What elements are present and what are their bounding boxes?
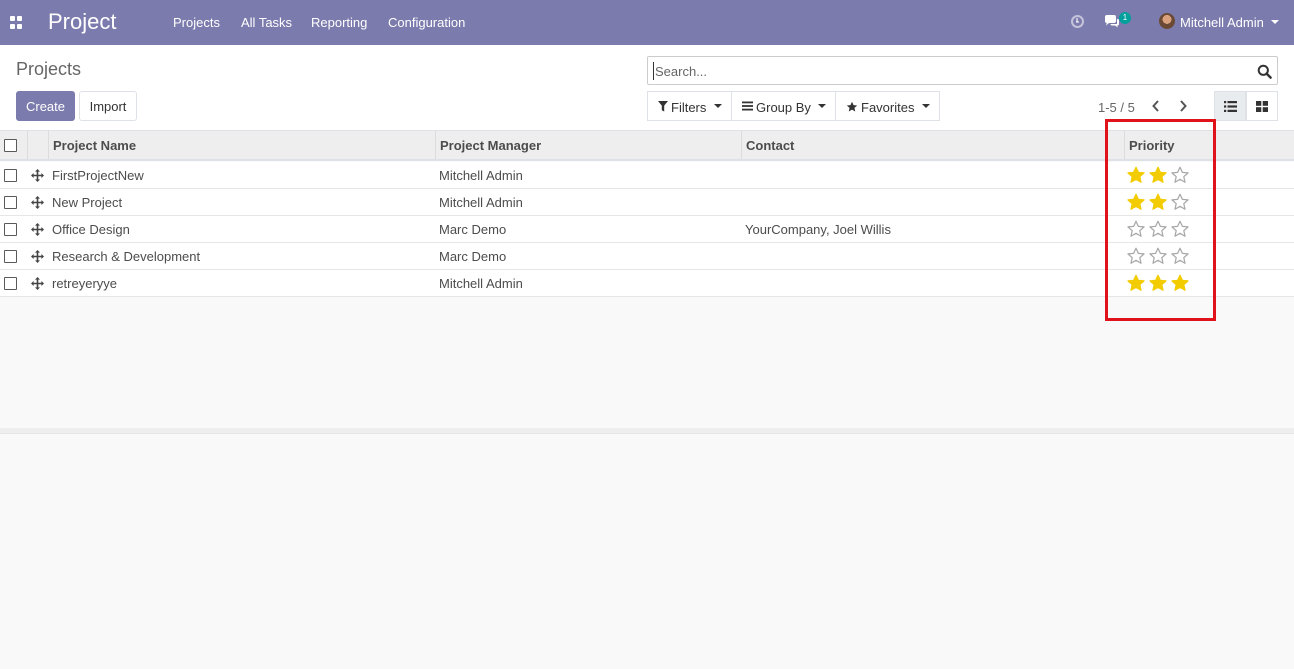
cell-contact: YourCompany, Joel Willis bbox=[745, 222, 891, 237]
priority-widget bbox=[1126, 220, 1190, 238]
clock-icon[interactable] bbox=[1071, 15, 1084, 28]
row-checkbox[interactable] bbox=[4, 169, 17, 182]
star-empty-icon[interactable] bbox=[1126, 220, 1146, 237]
drag-handle-icon[interactable] bbox=[31, 277, 44, 290]
search-box bbox=[647, 56, 1278, 85]
filter-icon bbox=[658, 101, 668, 112]
menu-all-tasks[interactable]: All Tasks bbox=[241, 15, 292, 30]
star-filled-icon[interactable] bbox=[1148, 166, 1168, 183]
star-filled-icon[interactable] bbox=[1148, 193, 1168, 210]
caret-down-icon bbox=[714, 104, 722, 108]
filters-label: Filters bbox=[671, 100, 707, 115]
row-checkbox[interactable] bbox=[4, 277, 17, 290]
cell-project-manager: Mitchell Admin bbox=[439, 276, 523, 291]
column-header-priority[interactable]: Priority bbox=[1124, 131, 1294, 159]
drag-handle-icon[interactable] bbox=[31, 250, 44, 263]
filters-button[interactable]: Filters bbox=[647, 91, 732, 121]
row-checkbox[interactable] bbox=[4, 196, 17, 209]
table-row[interactable]: New Project Mitchell Admin bbox=[0, 189, 1294, 216]
priority-widget bbox=[1126, 247, 1190, 265]
select-all-checkbox[interactable] bbox=[4, 139, 17, 152]
star-filled-icon[interactable] bbox=[1126, 166, 1146, 183]
list-view-icon bbox=[1224, 101, 1237, 112]
star-filled-icon[interactable] bbox=[1148, 274, 1168, 291]
star-filled-icon[interactable] bbox=[1126, 274, 1146, 291]
drag-handle-icon[interactable] bbox=[31, 169, 44, 182]
column-header-project-manager[interactable]: Project Manager bbox=[435, 131, 741, 159]
column-header-contact[interactable]: Contact bbox=[741, 131, 1124, 159]
caret-down-icon[interactable] bbox=[1271, 20, 1279, 24]
top-navbar: Project Projects All Tasks Reporting Con… bbox=[0, 0, 1294, 45]
menu-configuration[interactable]: Configuration bbox=[388, 15, 465, 30]
favorites-label: Favorites bbox=[861, 100, 915, 115]
chat-count-badge: 1 bbox=[1119, 12, 1131, 24]
chevron-left-icon[interactable] bbox=[1148, 97, 1164, 115]
priority-widget bbox=[1126, 274, 1190, 292]
import-button[interactable]: Import bbox=[79, 91, 137, 121]
cell-project-manager: Marc Demo bbox=[439, 222, 507, 237]
apps-grid-icon[interactable] bbox=[10, 16, 23, 29]
user-menu-name[interactable]: Mitchell Admin bbox=[1180, 15, 1264, 30]
row-checkbox[interactable] bbox=[4, 250, 17, 263]
cell-project-name: retreyeryye bbox=[52, 276, 118, 291]
group-by-label: Group By bbox=[756, 100, 811, 115]
menu-projects[interactable]: Projects bbox=[173, 15, 220, 30]
app-brand[interactable]: Project bbox=[48, 9, 116, 35]
star-empty-icon[interactable] bbox=[1170, 247, 1190, 264]
priority-widget bbox=[1126, 166, 1190, 184]
search-input[interactable] bbox=[653, 62, 1248, 80]
drag-handle-icon[interactable] bbox=[31, 223, 44, 236]
table-row[interactable]: Office Design Marc Demo YourCompany, Joel … bbox=[0, 216, 1294, 243]
handle-column-header bbox=[27, 131, 49, 159]
page-title: Projects bbox=[16, 59, 82, 79]
table-row[interactable]: Research & Development Marc Demo bbox=[0, 243, 1294, 270]
star-empty-icon[interactable] bbox=[1170, 193, 1190, 210]
star-icon bbox=[846, 101, 858, 112]
favorites-button[interactable]: Favorites bbox=[835, 91, 940, 121]
table-header: Project Name Project Manager Contact Pri… bbox=[0, 131, 1294, 161]
cell-project-name: New Project bbox=[52, 195, 123, 210]
list-view-button[interactable] bbox=[1214, 91, 1246, 121]
star-filled-icon[interactable] bbox=[1170, 274, 1190, 291]
star-empty-icon[interactable] bbox=[1148, 247, 1168, 264]
avatar[interactable] bbox=[1159, 13, 1175, 29]
cell-project-name: FirstProjectNew bbox=[52, 168, 144, 183]
cell-project-name: Research & Development bbox=[52, 249, 201, 264]
menu-reporting[interactable]: Reporting bbox=[311, 15, 367, 30]
star-filled-icon[interactable] bbox=[1126, 193, 1146, 210]
caret-down-icon bbox=[922, 104, 930, 108]
kanban-view-icon bbox=[1256, 101, 1268, 112]
row-checkbox[interactable] bbox=[4, 223, 17, 236]
control-panel: Projects Create Import Filters Group By … bbox=[0, 45, 1294, 131]
table-footer bbox=[0, 428, 1294, 434]
caret-down-icon bbox=[818, 104, 826, 108]
star-empty-icon[interactable] bbox=[1170, 166, 1190, 183]
priority-widget bbox=[1126, 193, 1190, 211]
cell-project-name: Office Design bbox=[52, 222, 130, 237]
table-row[interactable]: retreyeryye Mitchell Admin bbox=[0, 270, 1294, 297]
column-header-project-name[interactable]: Project Name bbox=[48, 131, 435, 159]
table-row[interactable]: FirstProjectNew Mitchell Admin bbox=[0, 162, 1294, 189]
cell-project-manager: Marc Demo bbox=[439, 249, 507, 264]
group-by-button[interactable]: Group By bbox=[731, 91, 836, 121]
pager-value[interactable]: 1-5 / 5 bbox=[1098, 100, 1135, 115]
search-icon[interactable] bbox=[1257, 64, 1272, 79]
cell-project-manager: Mitchell Admin bbox=[439, 195, 523, 210]
star-empty-icon[interactable] bbox=[1148, 220, 1168, 237]
create-button[interactable]: Create bbox=[16, 91, 75, 121]
drag-handle-icon[interactable] bbox=[31, 196, 44, 209]
bars-icon bbox=[742, 101, 753, 111]
cell-project-manager: Mitchell Admin bbox=[439, 168, 523, 183]
kanban-view-button[interactable] bbox=[1246, 91, 1278, 121]
star-empty-icon[interactable] bbox=[1170, 220, 1190, 237]
chat-icon[interactable] bbox=[1104, 14, 1120, 30]
chevron-right-icon[interactable] bbox=[1175, 97, 1191, 115]
star-empty-icon[interactable] bbox=[1126, 247, 1146, 264]
